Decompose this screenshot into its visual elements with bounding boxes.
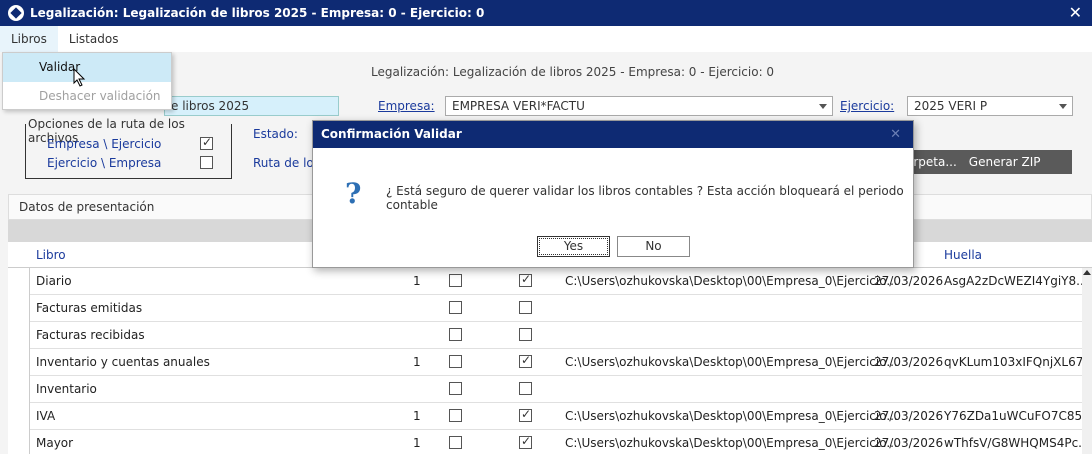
row-checkbox-2[interactable] <box>519 382 532 395</box>
row-marker[interactable] <box>8 268 30 295</box>
window-titlebar: Legalización: Legalización de libros 202… <box>0 0 1092 26</box>
table-row[interactable]: Facturas recibidas <box>8 322 1082 349</box>
ejercicio-label[interactable]: Ejercicio: <box>840 99 894 113</box>
row-checkbox-2[interactable] <box>519 434 532 449</box>
cell-num: 1 <box>413 436 421 450</box>
window-close-icon[interactable]: ✕ <box>1069 3 1082 22</box>
scroll-up-icon[interactable] <box>1083 270 1091 275</box>
estado-label: Estado: <box>253 127 298 141</box>
no-button[interactable]: No <box>617 236 690 257</box>
menu-libros[interactable]: Libros <box>0 26 58 52</box>
generar-zip-button[interactable]: Generar ZIP <box>963 155 1047 169</box>
cell-num: 1 <box>413 409 421 423</box>
row-checkbox-1[interactable] <box>449 355 462 368</box>
cell-ruta: C:\Users\ozhukovska\Desktop\00\Empresa_0… <box>565 436 898 450</box>
option-ejercicio-empresa-checkbox[interactable] <box>200 156 213 169</box>
row-marker[interactable] <box>8 403 30 430</box>
empresa-combo[interactable]: EMPRESA VERI*FACTU <box>445 96 833 116</box>
row-marker[interactable] <box>8 322 30 349</box>
table-row[interactable]: Mayor 1 C:\Users\ozhukovska\Desktop\00\Emp… <box>8 430 1090 454</box>
yes-button[interactable]: Yes <box>537 236 610 257</box>
cell-ruta: C:\Users\ozhukovska\Desktop\00\Empresa_0… <box>565 409 898 423</box>
cell-huella: Y76ZDa1uWCuFO7C85... <box>944 409 1092 423</box>
row-checkbox-1[interactable] <box>449 301 462 314</box>
cell-libro: IVA <box>36 409 56 423</box>
row-marker[interactable] <box>8 295 30 322</box>
cell-libro: Inventario <box>36 382 97 396</box>
menu-listados[interactable]: Listados <box>58 32 130 46</box>
row-checkbox-1[interactable] <box>449 328 462 341</box>
page-subtitle: Legalización: Legalización de libros 202… <box>371 65 775 79</box>
table-row[interactable]: Inventario y cuentas anuales 1 C:\Users\oz… <box>8 349 1092 376</box>
dialog-message: ¿ Está seguro de querer validar los libr… <box>386 184 904 212</box>
cell-huella: wThfsV/G8WHQMS4Pc... <box>944 436 1090 450</box>
empresa-value: EMPRESA VERI*FACTU <box>452 99 585 113</box>
ruta-options-groupbox: Opciones de la ruta de los archivos Empr… <box>25 117 232 179</box>
cell-fecha: 27/03/2026 <box>874 409 944 423</box>
cell-libro: Mayor <box>36 436 74 450</box>
cell-fecha: 27/03/2026 <box>874 355 944 369</box>
menu-bar: Libros Listados <box>0 26 1092 52</box>
ejercicio-value: 2025 VERI P <box>914 99 988 113</box>
dialog-title: Confirmación Validar ✕ <box>313 121 913 148</box>
row-checkbox-1[interactable] <box>449 436 462 449</box>
action-buttons: arpeta... Generar ZIP <box>900 150 1072 174</box>
ejercicio-combo[interactable]: 2025 VERI P <box>907 96 1073 116</box>
cell-libro: Inventario y cuentas anuales <box>36 355 210 369</box>
libros-grid: Libro Huella Diario 1 C:\Users\ozhukovska\… <box>8 242 1092 454</box>
cell-fecha: 27/03/2026 <box>874 274 944 288</box>
option-empresa-ejercicio-label: Empresa \ Ejercicio <box>47 137 162 151</box>
table-row[interactable]: Facturas emitidas <box>8 295 1082 322</box>
ruta-label: Ruta de los <box>253 156 321 170</box>
menu-item-validar[interactable]: Validar <box>3 53 171 82</box>
confirm-dialog: Confirmación Validar ✕ ? ¿ Está seguro d… <box>312 120 914 268</box>
row-checkbox-2[interactable] <box>519 272 532 287</box>
table-row[interactable]: Inventario <box>8 376 1082 403</box>
row-checkbox-2[interactable] <box>519 301 532 314</box>
menu-item-deshacer-validacion[interactable]: Deshacer validación <box>3 82 171 111</box>
window-title: Legalización: Legalización de libros 202… <box>30 6 485 20</box>
app-logo-icon <box>8 5 24 21</box>
cell-libro: Facturas recibidas <box>36 328 145 342</box>
row-checkbox-1[interactable] <box>449 382 462 395</box>
question-icon: ? <box>345 177 362 210</box>
cell-ruta: C:\Users\ozhukovska\Desktop\00\Empresa_0… <box>565 274 898 288</box>
libro-field[interactable]: e libros 2025 <box>164 96 339 116</box>
table-row[interactable]: Diario 1 C:\Users\ozhukovska\Desktop\00\Em… <box>8 268 1088 295</box>
cell-fecha: 27/03/2026 <box>874 436 944 450</box>
row-marker[interactable] <box>8 376 30 403</box>
libros-dropdown-menu: Validar Deshacer validación <box>2 52 172 110</box>
empresa-label[interactable]: Empresa: <box>378 99 435 113</box>
cell-libro: Facturas emitidas <box>36 301 143 315</box>
option-ejercicio-empresa-label: Ejercicio \ Empresa <box>47 156 162 170</box>
chevron-down-icon <box>1059 104 1067 109</box>
dialog-close-icon[interactable]: ✕ <box>890 121 901 148</box>
cell-huella: AsgA2zDcWEZI4YgiY8... <box>944 274 1088 288</box>
cell-huella: qvKLum103xIFQnjXL67r... <box>944 355 1092 369</box>
row-checkbox-1[interactable] <box>449 409 462 422</box>
header-libro[interactable]: Libro <box>36 248 66 262</box>
table-row[interactable]: IVA 1 C:\Users\ozhukovska\Desktop\00\Empre… <box>8 403 1092 430</box>
chevron-down-icon <box>819 104 827 109</box>
row-checkbox-2[interactable] <box>519 353 532 368</box>
row-marker[interactable] <box>8 430 30 454</box>
grid-scrollbar[interactable] <box>1082 268 1092 454</box>
dialog-title-text: Confirmación Validar <box>321 127 462 141</box>
cell-num: 1 <box>413 274 421 288</box>
row-marker[interactable] <box>8 349 30 376</box>
cell-ruta: C:\Users\ozhukovska\Desktop\00\Empresa_0… <box>565 355 898 369</box>
row-checkbox-2[interactable] <box>519 407 532 422</box>
header-huella[interactable]: Huella <box>944 248 982 262</box>
cell-num: 1 <box>413 355 421 369</box>
option-empresa-ejercicio-checkbox[interactable] <box>200 135 213 150</box>
row-checkbox-1[interactable] <box>449 274 462 287</box>
cell-libro: Diario <box>36 274 72 288</box>
row-checkbox-2[interactable] <box>519 328 532 341</box>
